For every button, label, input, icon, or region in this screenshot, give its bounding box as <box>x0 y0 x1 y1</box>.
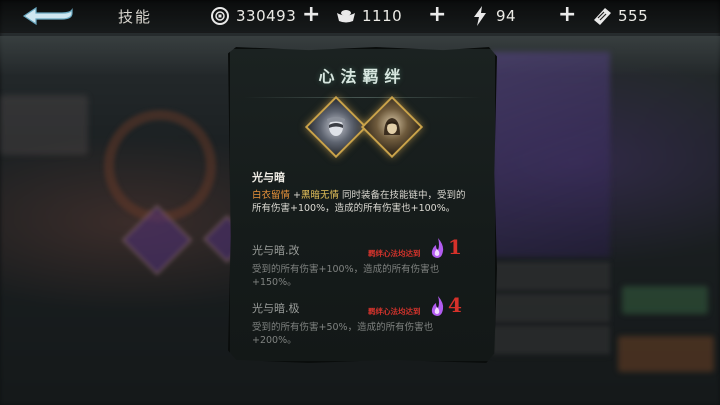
page-title: 技能 <box>118 8 153 26</box>
ticket-icon <box>590 4 614 28</box>
upgrade-name: 光与暗.极 <box>252 302 300 315</box>
purple-flame-icon <box>431 238 444 258</box>
required-level: 1 <box>448 235 462 259</box>
bond-description: 白衣留情 +黑暗无情 同时装备在技能链中，受到的所有伤害+100%，造成的所有伤… <box>252 189 474 215</box>
skill-name-dark: 黑暗无情 <box>301 190 340 201</box>
plus-sign: + <box>290 190 301 201</box>
energy-resource: 94 <box>468 4 516 28</box>
top-bar: 技能 330493 + 1110 + 94 + 555 <box>0 0 720 33</box>
background-skill-wheel <box>104 110 216 222</box>
background-item-list <box>492 262 610 357</box>
ingot-resource: 1110 <box>334 4 402 28</box>
ticket-resource: 555 <box>590 4 648 28</box>
add-ingot-button[interactable]: + <box>428 3 446 27</box>
background-button <box>618 336 714 372</box>
bond-name: 光与暗 <box>252 171 285 184</box>
purple-flame-icon <box>431 296 444 316</box>
ingot-amount: 1110 <box>362 7 403 25</box>
title-divider <box>244 97 481 98</box>
background-button <box>622 286 708 314</box>
skill-portrait-dark[interactable] <box>360 95 424 159</box>
upgrade-requirement: 羁绊心法均达到 <box>368 249 421 258</box>
bond-dialog: 心法羁绊 光与暗 白衣留情 +黑暗无情 同时装备在技能链中，受到的所有伤害+10… <box>228 47 497 363</box>
background-character-art <box>492 52 610 257</box>
back-arrow-icon <box>22 6 73 26</box>
upgrade-requirement: 羁绊心法均达到 <box>368 307 421 316</box>
upgrade-description: 受到的所有伤害+100%，造成的所有伤害也+150%。 <box>252 264 440 288</box>
required-level: 4 <box>448 293 462 317</box>
back-button[interactable] <box>18 2 76 30</box>
upgrade-description: 受到的所有伤害+50%，造成的所有伤害也+200%。 <box>252 322 434 346</box>
game-screen: 技能 330493 + 1110 + 94 + 555 心法羁绊 光与暗 白衣留… <box>0 0 720 405</box>
energy-amount: 94 <box>496 7 517 25</box>
ticket-amount: 555 <box>618 7 649 25</box>
upgrade-name: 光与暗.改 <box>252 244 300 257</box>
add-energy-button[interactable]: + <box>558 3 576 27</box>
add-coin-button[interactable]: + <box>302 3 320 27</box>
masked-face-icon <box>327 117 345 136</box>
ingot-icon <box>334 4 358 28</box>
background-skill-card <box>0 95 88 155</box>
hooded-face-icon <box>384 118 400 135</box>
coin-amount: 330493 <box>236 7 297 25</box>
skill-name-white: 白衣留情 <box>252 190 291 201</box>
lightning-icon <box>468 4 492 28</box>
dialog-title: 心法羁绊 <box>318 67 407 86</box>
skill-portrait-light[interactable] <box>304 95 368 159</box>
coin-resource: 330493 <box>208 4 296 28</box>
coin-icon <box>208 4 232 28</box>
